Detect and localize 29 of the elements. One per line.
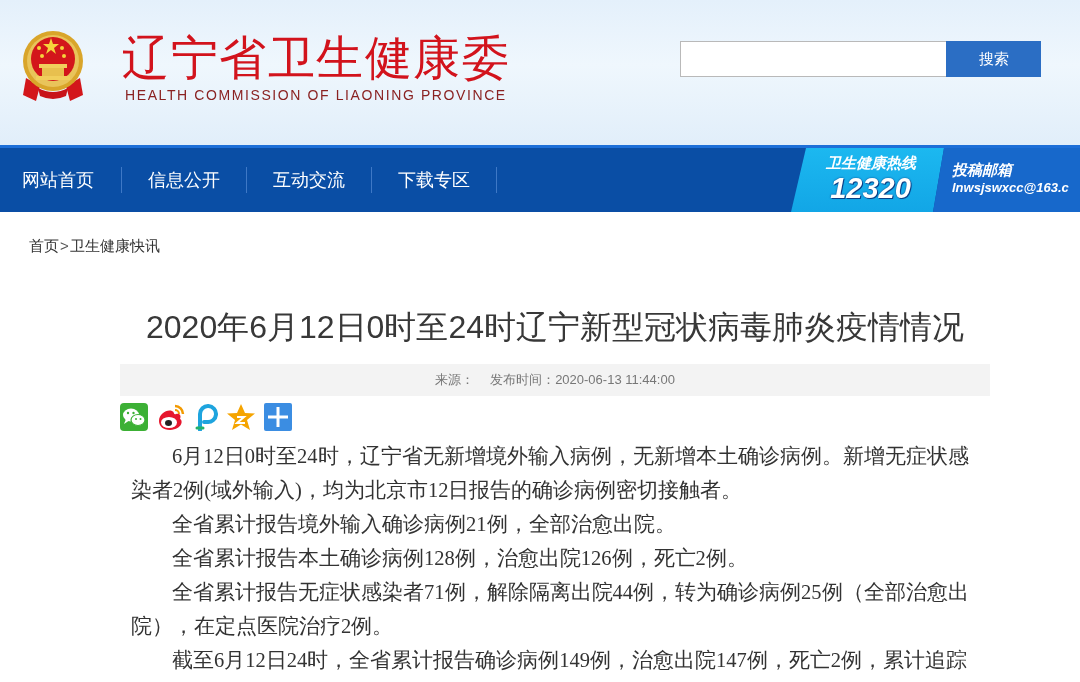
breadcrumb-separator: > <box>59 236 70 256</box>
hotline-number: 12320 <box>830 172 911 204</box>
article-paragraph: 截至6月12日24时，全省累计报告确诊病例149例，治愈出院147例，死亡2例，累计追踪 <box>171 648 968 673</box>
nav-link[interactable]: 信息公开 <box>122 148 246 212</box>
article-paragraph: 全省累计报告无症状感染者71例，解除隔离出院44例，转为确诊病例25例（全部治愈出院），在定点医院治疗2例。 <box>131 580 970 639</box>
hotline-label: 卫生健康热线 <box>825 154 916 172</box>
mailbox-label: 投稿邮箱 <box>952 160 1015 179</box>
article-paragraph: 6月12日0时至24时，辽宁省无新增境外输入病例，无新增本土确诊病例。新增无症状感染者2例(域外输入)，均为北京市12日报告的确诊病例密切接触者。 <box>131 444 970 504</box>
article-paragraph: 全省累计报告境外输入确诊病例21例，全部治愈出院。 <box>171 512 677 537</box>
p-swirl-icon[interactable] <box>194 403 218 431</box>
breadcrumb-link[interactable]: 首页 <box>29 236 59 256</box>
nav-link[interactable]: 网站首页 <box>0 148 121 212</box>
search-field[interactable] <box>680 41 946 77</box>
site-title: 辽宁省卫生健康委 <box>122 34 510 82</box>
article-title: 2020年6月12日0时至24时辽宁新型冠状病毒肺炎疫情情况 <box>145 308 965 347</box>
star-icon[interactable] <box>226 403 256 431</box>
breadcrumb-link[interactable]: 卫生健康快讯 <box>69 236 160 256</box>
eye-waves-icon[interactable] <box>156 403 186 431</box>
chat-bubbles-icon[interactable] <box>120 403 148 431</box>
emblem-icon <box>20 28 86 102</box>
plus-icon[interactable] <box>264 403 292 431</box>
nav-link[interactable]: 互动交流 <box>247 148 371 212</box>
search-button[interactable]: 搜索 <box>946 41 1041 77</box>
source-label: 来源： <box>435 371 475 390</box>
mailbox-address: lnwsjswxcc@163.c <box>952 179 1070 196</box>
site-subtitle: HEALTH COMMISSION OF LIAONING PROVINCE <box>125 87 508 103</box>
nav-link[interactable]: 下载专区 <box>372 148 496 212</box>
publish-time: 发布时间：2020-06-13 11:44:00 <box>490 371 675 390</box>
article-paragraph: 全省累计报告本土确诊病例128例，治愈出院126例，死亡2例。 <box>171 546 749 571</box>
